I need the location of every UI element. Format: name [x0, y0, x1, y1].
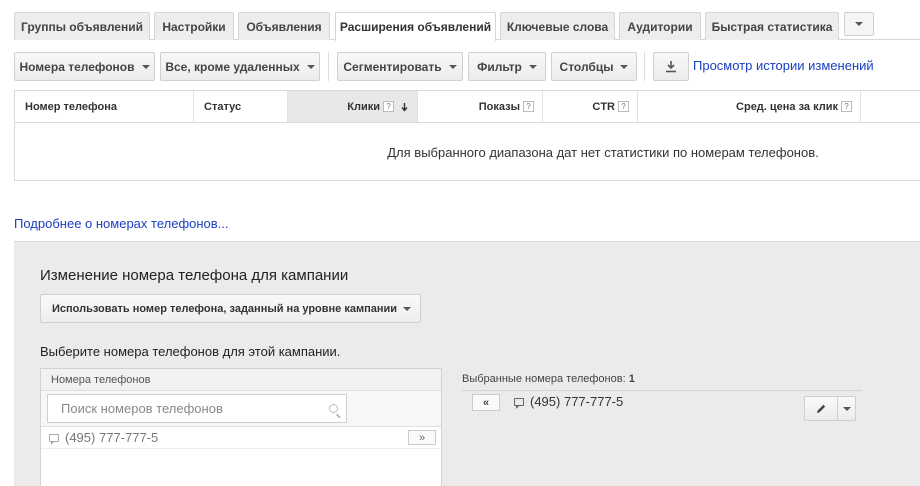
column-label: Показы	[478, 100, 520, 113]
toolbar-divider	[328, 52, 329, 81]
sort-arrow-down-icon	[401, 102, 408, 112]
column-label: Клики	[347, 100, 380, 113]
filter-dropdown[interactable]: Фильтр	[468, 52, 546, 81]
list-item[interactable]: (495) 777-777-5 »	[41, 427, 441, 449]
phone-number: (495) 777-777-5	[65, 430, 159, 445]
tab-ads[interactable]: Объявления	[238, 12, 330, 40]
column-header-avg-cpc[interactable]: Сред. цена за клик ?	[638, 91, 861, 122]
segment-dropdown[interactable]: Сегментировать	[337, 52, 463, 81]
chevron-down-icon	[306, 64, 315, 69]
table-header: Номер телефона Статус Клики ? Показы ? C…	[15, 91, 920, 123]
column-label: Статус	[204, 100, 242, 113]
tab-ad-groups[interactable]: Группы объявлений	[14, 12, 150, 40]
status-filter-label: Все, кроме удаленных	[165, 59, 300, 74]
status-filter-dropdown[interactable]: Все, кроме удаленных	[160, 52, 320, 81]
learn-more-link[interactable]: Подробнее о номерах телефонов...	[14, 216, 229, 231]
columns-dropdown[interactable]: Столбцы	[551, 52, 637, 81]
chevron-down-icon	[528, 64, 537, 69]
column-label: Сред. цена за клик	[736, 100, 838, 113]
selected-divider	[462, 390, 862, 391]
selected-numbers-header: Выбранные номера телефонов: 1	[462, 373, 635, 385]
call-extension-icon	[49, 433, 59, 445]
column-header-status[interactable]: Статус	[194, 91, 288, 122]
tab-settings[interactable]: Настройки	[154, 12, 234, 40]
phone-number: (495) 777-777-5	[530, 394, 624, 409]
download-button[interactable]	[653, 52, 689, 81]
more-tabs-button[interactable]	[844, 12, 874, 36]
tab-keywords[interactable]: Ключевые слова	[500, 12, 615, 40]
tab-quick-stats[interactable]: Быстрая статистика	[705, 12, 839, 40]
chevron-down-icon	[141, 64, 150, 69]
search-icon	[329, 404, 338, 413]
campaign-phone-panel: Изменение номера телефона для кампании И…	[14, 241, 920, 486]
column-header-clicks[interactable]: Клики ?	[288, 91, 418, 122]
edit-options-dropdown[interactable]	[838, 397, 855, 420]
call-extension-icon	[514, 397, 524, 409]
filter-label: Фильтр	[477, 59, 522, 74]
tab-ad-extensions[interactable]: Расширения объявлений	[335, 12, 496, 41]
column-label: CTR	[592, 100, 615, 113]
column-header-impressions[interactable]: Показы ?	[418, 91, 543, 122]
help-icon[interactable]: ?	[383, 101, 394, 112]
chevron-down-icon	[403, 306, 412, 311]
extension-type-label: Номера телефонов	[19, 59, 135, 74]
chevron-down-icon	[448, 64, 457, 69]
pencil-icon	[817, 404, 826, 413]
available-numbers-header: Номера телефонов	[41, 369, 441, 391]
selected-header-prefix: Выбранные номера телефонов:	[462, 373, 629, 385]
help-icon[interactable]: ?	[618, 101, 629, 112]
tab-bar: Группы объявлений Настройки Объявления Р…	[0, 0, 920, 41]
download-icon	[666, 61, 676, 73]
edit-number-button-group[interactable]	[804, 396, 856, 421]
columns-label: Столбцы	[559, 59, 614, 74]
remove-number-button[interactable]: «	[472, 394, 500, 411]
search-input[interactable]: Поиск номеров телефонов	[47, 394, 347, 423]
segment-label: Сегментировать	[343, 59, 442, 74]
available-numbers-list: Номера телефонов Поиск номеров телефонов…	[40, 368, 442, 486]
chevron-down-icon	[855, 22, 863, 26]
toolbar-divider	[644, 52, 645, 81]
column-label: Номер телефона	[25, 100, 117, 113]
search-placeholder: Поиск номеров телефонов	[61, 401, 223, 416]
help-icon[interactable]: ?	[841, 101, 852, 112]
phone-stats-table: Номер телефона Статус Клики ? Показы ? C…	[14, 90, 920, 181]
selected-number-item: (495) 777-777-5	[514, 394, 623, 409]
edit-button[interactable]	[805, 397, 838, 420]
extension-type-dropdown[interactable]: Номера телефонов	[14, 52, 155, 81]
chevron-down-icon	[842, 406, 851, 411]
selected-count: 1	[628, 373, 635, 385]
help-icon[interactable]: ?	[523, 101, 534, 112]
empty-table-message: Для выбранного диапазона дат нет статист…	[387, 144, 819, 160]
tab-audiences[interactable]: Аудитории	[619, 12, 701, 40]
add-number-button[interactable]: »	[408, 430, 436, 445]
phone-level-dropdown[interactable]: Использовать номер телефона, заданный на…	[40, 294, 421, 323]
change-history-link[interactable]: Просмотр истории изменений	[693, 58, 874, 73]
chevron-down-icon	[620, 64, 629, 69]
column-header-ctr[interactable]: CTR ?	[543, 91, 638, 122]
phone-level-label: Использовать номер телефона, заданный на…	[52, 302, 398, 315]
panel-title: Изменение номера телефона для кампании	[40, 267, 349, 284]
choose-numbers-label: Выберите номера телефонов для этой кампа…	[40, 344, 341, 359]
column-header-phone[interactable]: Номер телефона	[15, 91, 194, 122]
